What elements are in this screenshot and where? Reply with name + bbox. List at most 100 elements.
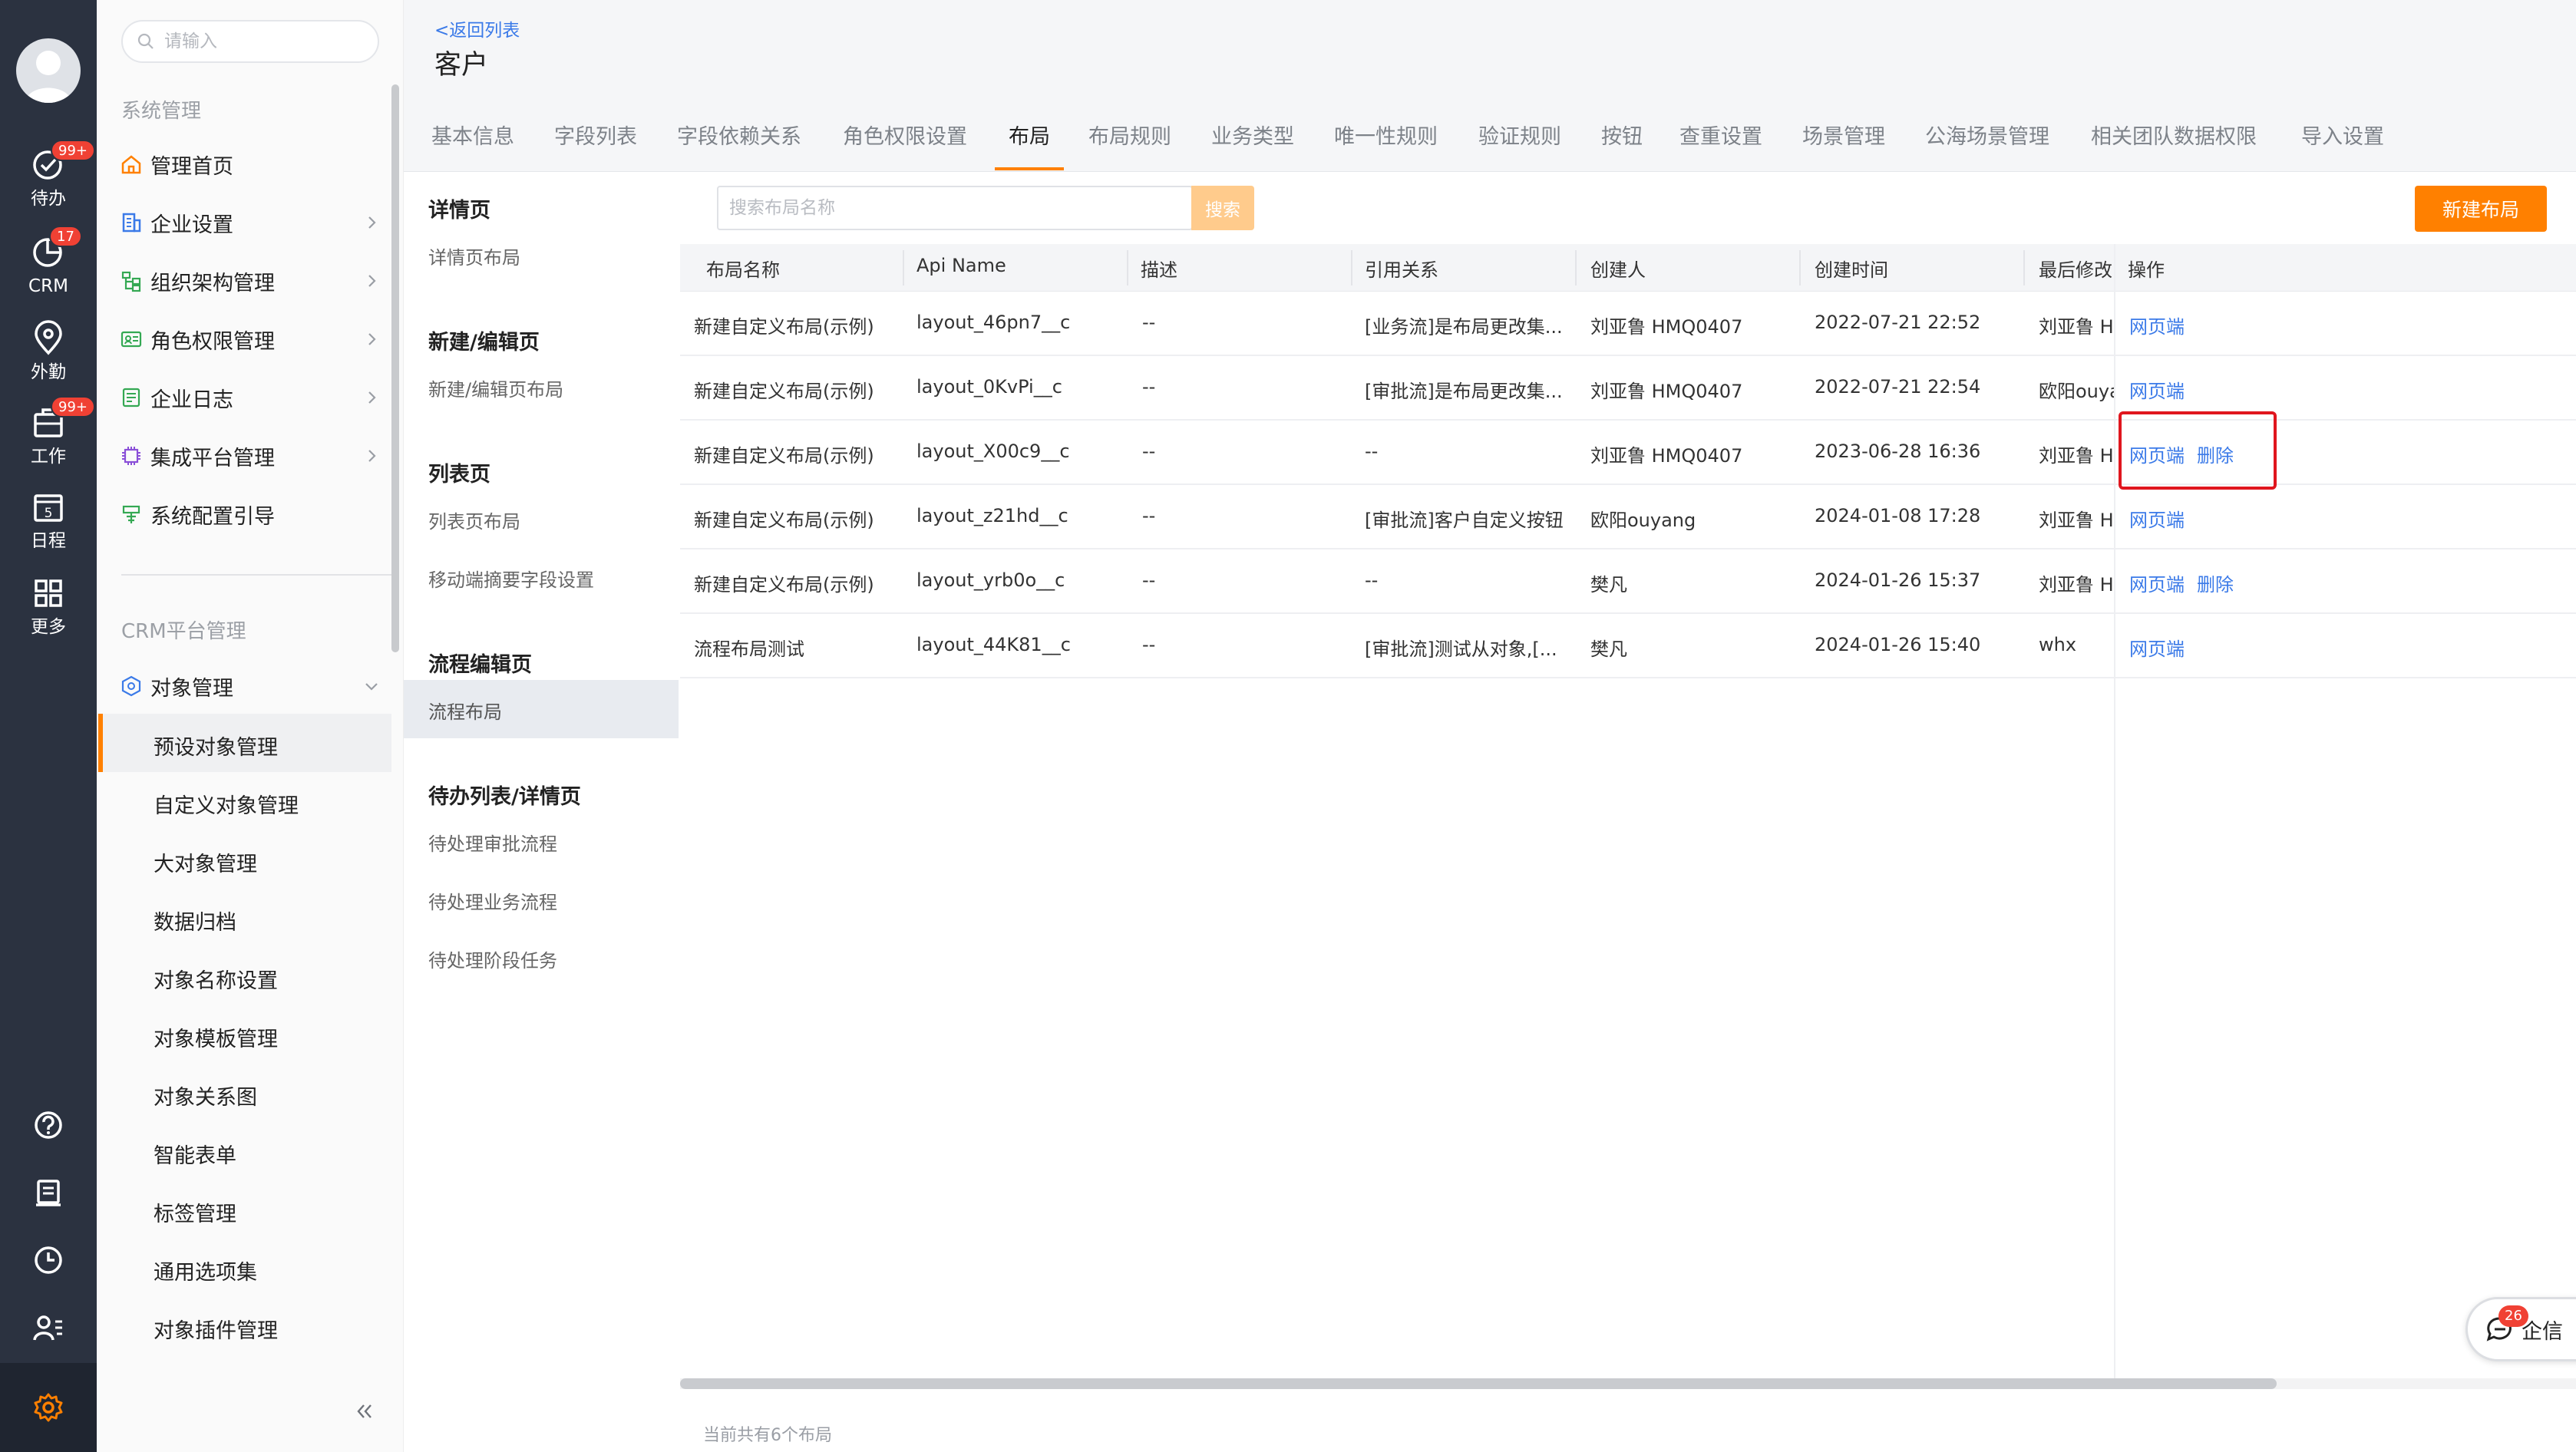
- clock-icon: [35, 1246, 62, 1274]
- chat-widget[interactable]: 企信 26: [2465, 1297, 2576, 1361]
- rail-settings[interactable]: [0, 1363, 97, 1452]
- sub-object-plugins[interactable]: 对象插件管理: [154, 1314, 278, 1344]
- sub-data-archive[interactable]: 数据归档: [154, 906, 236, 936]
- rail-more[interactable]: 更多: [0, 571, 97, 648]
- rail-schedule[interactable]: 5 日程: [0, 485, 97, 562]
- tab-uniqueness-rules[interactable]: 唯一性规则: [1334, 120, 1438, 150]
- log-icon: [122, 388, 140, 408]
- group-detail-page: 详情页: [428, 199, 490, 223]
- menu-guide-label: 系统配置引导: [150, 504, 275, 529]
- rail-todo-label: 待办: [31, 189, 66, 209]
- rail-history[interactable]: [0, 1237, 97, 1283]
- sub-smart-forms[interactable]: 智能表单: [154, 1139, 236, 1169]
- group-list-page: 列表页: [428, 463, 490, 487]
- document-icon: [36, 1180, 61, 1206]
- horizontal-scrollbar-thumb[interactable]: [680, 1378, 2277, 1389]
- menu-object-mgmt[interactable]: 对象管理: [120, 663, 388, 709]
- cell-creator: 欧阳ouyang: [1590, 510, 1696, 531]
- item-mobile-summary[interactable]: 移动端摘要字段设置: [428, 565, 594, 592]
- tab-scene-mgmt[interactable]: 场景管理: [1802, 120, 1885, 150]
- sub-object-naming[interactable]: 对象名称设置: [154, 964, 278, 994]
- web-link[interactable]: 网页端: [2129, 505, 2185, 532]
- menu-home[interactable]: 管理首页: [120, 141, 388, 187]
- menu-logs-label: 企业日志: [150, 388, 233, 412]
- item-pending-business[interactable]: 待处理业务流程: [428, 887, 557, 914]
- cell-ref: [业务流]是布局更改集...: [1365, 316, 1563, 338]
- collapse-menu-icon[interactable]: [352, 1398, 378, 1424]
- back-to-list-link[interactable]: <返回列表: [434, 15, 520, 41]
- menu-logs[interactable]: 企业日志: [120, 375, 388, 421]
- rail-more-label: 更多: [31, 617, 66, 637]
- tab-import-settings[interactable]: 导入设置: [2301, 120, 2384, 150]
- highlight-box: [2119, 411, 2277, 490]
- rail-work[interactable]: 工作 99+: [0, 396, 97, 477]
- cell-creator: 樊凡: [1590, 574, 1627, 596]
- cell-modifier: 刘亚鲁 HI: [2039, 316, 2115, 338]
- item-list-layout[interactable]: 列表页布局: [428, 507, 520, 533]
- rail-help[interactable]: [0, 1102, 97, 1148]
- tab-buttons[interactable]: 按钮: [1601, 120, 1643, 150]
- search-button[interactable]: 搜索: [1191, 186, 1254, 230]
- tab-business-types[interactable]: 业务类型: [1211, 120, 1294, 150]
- cell-desc: --: [1142, 634, 1156, 655]
- web-link[interactable]: 网页端: [2129, 634, 2185, 661]
- rail-schedule-label: 日程: [31, 531, 66, 551]
- tab-field-list[interactable]: 字段列表: [554, 120, 637, 150]
- cell-desc: --: [1142, 376, 1156, 398]
- tab-basic-info[interactable]: 基本信息: [431, 120, 514, 150]
- menu-roles[interactable]: 角色权限管理: [120, 316, 388, 362]
- sub-big-objects[interactable]: 大对象管理: [154, 847, 257, 877]
- cell-name: 新建自定义布局(示例): [694, 445, 874, 467]
- chevron-right-icon: [368, 333, 376, 345]
- item-pending-approval[interactable]: 待处理审批流程: [428, 829, 557, 856]
- delete-link[interactable]: 删除: [2197, 569, 2234, 596]
- item-edit-layout[interactable]: 新建/编辑页布局: [428, 375, 563, 401]
- cell-ref: [审批流]测试从对象,[...: [1365, 639, 1557, 660]
- web-link[interactable]: 网页端: [2129, 376, 2185, 403]
- rail-todo[interactable]: 待办 99+: [0, 140, 97, 219]
- tab-pool-scene-mgmt[interactable]: 公海场景管理: [1925, 120, 2049, 150]
- menu-search[interactable]: [121, 20, 379, 63]
- menu-integration[interactable]: 集成平台管理: [120, 433, 388, 479]
- new-layout-button[interactable]: 新建布局: [2415, 186, 2547, 232]
- item-detail-layout[interactable]: 详情页布局: [428, 243, 520, 269]
- web-link[interactable]: 网页端: [2129, 569, 2185, 596]
- menu-org[interactable]: 组织架构管理: [120, 258, 388, 304]
- cell-api: layout_46pn7__c: [916, 312, 1071, 333]
- tab-team-permissions[interactable]: 相关团队数据权限: [2091, 120, 2257, 150]
- col-creator: 创建人: [1590, 259, 1646, 281]
- menu-enterprise[interactable]: 企业设置: [120, 200, 388, 246]
- rail-notes[interactable]: [0, 1170, 97, 1216]
- cell-ref: --: [1365, 441, 1379, 462]
- user-list-icon: [33, 1315, 62, 1341]
- sub-option-sets[interactable]: 通用选项集: [154, 1256, 257, 1285]
- cell-creator: 刘亚鲁 HMQ0407: [1590, 445, 1743, 467]
- rail-crm[interactable]: CRM 17: [0, 226, 97, 307]
- sub-object-diagram[interactable]: 对象关系图: [154, 1081, 257, 1110]
- layout-search-input[interactable]: [729, 195, 1128, 221]
- menu-search-input[interactable]: [164, 31, 364, 51]
- rail-field[interactable]: 外勤: [0, 316, 97, 393]
- sub-custom-objects[interactable]: 自定义对象管理: [154, 789, 299, 819]
- tab-validation-rules[interactable]: 验证规则: [1478, 120, 1561, 150]
- sub-object-templates[interactable]: 对象模板管理: [154, 1022, 278, 1052]
- web-link[interactable]: 网页端: [2129, 312, 2185, 338]
- sub-tags[interactable]: 标签管理: [154, 1197, 236, 1227]
- tab-field-dependency[interactable]: 字段依赖关系: [677, 120, 801, 150]
- item-flow-layout[interactable]: 流程布局: [428, 697, 502, 724]
- layout-search-box[interactable]: [717, 186, 1193, 230]
- cell-created: 2024-01-26 15:37: [1815, 569, 1981, 591]
- menu-scrollbar[interactable]: [391, 84, 399, 652]
- cell-created: 2024-01-26 15:40: [1815, 634, 1981, 655]
- item-pending-stage[interactable]: 待处理阶段任务: [428, 945, 557, 972]
- todo-badge: 99+: [51, 140, 95, 161]
- tab-dedupe-settings[interactable]: 查重设置: [1679, 120, 1762, 150]
- user-avatar[interactable]: [16, 38, 81, 103]
- sub-preset-objects[interactable]: 预设对象管理: [154, 731, 278, 761]
- section-system: 系统管理: [121, 100, 202, 123]
- rail-contacts[interactable]: [0, 1305, 97, 1351]
- tab-role-permissions[interactable]: 角色权限设置: [843, 120, 967, 150]
- tab-layout-rules[interactable]: 布局规则: [1088, 120, 1171, 150]
- tab-layout[interactable]: 布局: [1009, 120, 1050, 150]
- menu-guide[interactable]: 系统配置引导: [120, 491, 388, 537]
